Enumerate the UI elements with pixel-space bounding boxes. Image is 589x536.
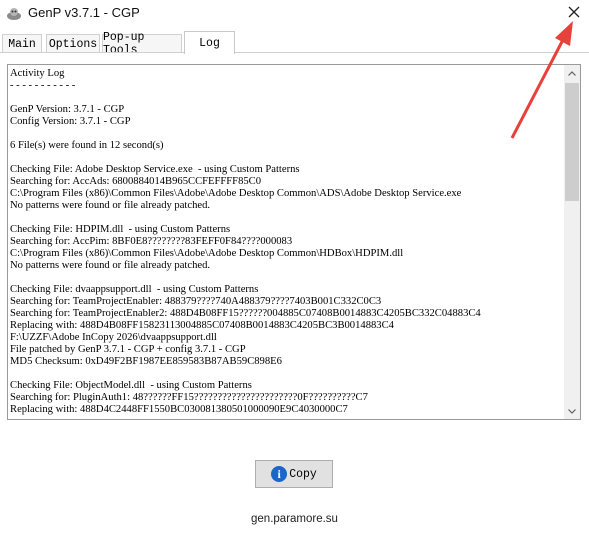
- activity-log-textarea[interactable]: Activity Log - - - - - - - - - - - GenP V…: [7, 64, 581, 420]
- log-line: GenP Version: 3.7.1 - CGP: [10, 104, 125, 115]
- log-line: F:\UZZF\Adobe InCopy 2026\dvaappsupport.…: [10, 332, 217, 343]
- log-line: - - - - - - - - - - -: [10, 80, 76, 91]
- tab-strip: Main Options Pop-up Tools Log: [0, 31, 589, 57]
- log-line: Searching for: TeamProjectEnabler2: 488D…: [10, 308, 481, 319]
- log-line: Checking File: Adobe Desktop Service.exe…: [10, 164, 300, 175]
- copy-button[interactable]: i Copy: [255, 460, 333, 488]
- log-line: Config Version: 3.7.1 - CGP: [10, 116, 131, 127]
- log-vertical-scrollbar[interactable]: [564, 65, 580, 419]
- log-line: No patterns were found or file already p…: [10, 260, 211, 271]
- log-line: Searching for: AccPim: 8BF0E8????????83F…: [10, 236, 293, 247]
- log-line: Checking File: dvaappsupport.dll - using…: [10, 284, 259, 295]
- close-icon: [568, 5, 580, 23]
- log-line: MD5 Checksum: 0xD49F2BF1987EE859583B87AB…: [10, 356, 282, 367]
- log-line: Replacing with: 488D4C2448FF1550BC030081…: [10, 404, 348, 415]
- log-line: 6 File(s) were found in 12 second(s): [10, 140, 164, 151]
- log-line: Searching for: PluginAuth1: 48??????FF15…: [10, 392, 368, 403]
- log-line: Activity Log: [10, 68, 65, 79]
- tab-log[interactable]: Log: [184, 31, 235, 54]
- tab-panel-border: [0, 52, 589, 53]
- log-line: Checking File: ObjectModel.dll - using C…: [10, 380, 252, 391]
- scroll-down-arrow-icon[interactable]: [564, 403, 580, 419]
- log-line: No patterns were found or file already p…: [10, 200, 211, 211]
- title-bar: GenP v3.7.1 - CGP: [0, 0, 589, 28]
- log-line: Replacing with: 488D4B08FF15823113004885…: [10, 320, 394, 331]
- copy-button-label: Copy: [289, 467, 317, 481]
- log-line: C:\Program Files (x86)\Common Files\Adob…: [10, 248, 404, 259]
- log-line: Searching for: TeamProjectEnabler: 48837…: [10, 296, 382, 307]
- website-link[interactable]: gen.paramore.su: [0, 513, 589, 525]
- log-line: Checking File: HDPIM.dll - using Custom …: [10, 224, 231, 235]
- tab-popup-tools[interactable]: Pop-up Tools: [102, 31, 182, 57]
- tab-options[interactable]: Options: [46, 34, 100, 53]
- info-icon: i: [271, 466, 288, 482]
- app-logo-icon: [6, 6, 22, 22]
- scrollbar-thumb[interactable]: [565, 83, 579, 201]
- tab-main[interactable]: Main: [2, 34, 42, 53]
- log-line: C:\Program Files (x86)\Common Files\Adob…: [10, 188, 462, 199]
- genp-window: GenP v3.7.1 - CGP Main Options Pop-up To…: [0, 0, 589, 536]
- log-content: Activity Log - - - - - - - - - - - GenP V…: [10, 68, 566, 416]
- scroll-up-arrow-icon[interactable]: [564, 65, 580, 81]
- window-title: GenP v3.7.1 - CGP: [28, 5, 140, 20]
- log-line: Searching for: AccAds: 6800884014B965CCF…: [10, 176, 262, 187]
- close-button[interactable]: [559, 0, 589, 28]
- log-line: File patched by GenP 3.7.1 - CGP + confi…: [10, 344, 246, 355]
